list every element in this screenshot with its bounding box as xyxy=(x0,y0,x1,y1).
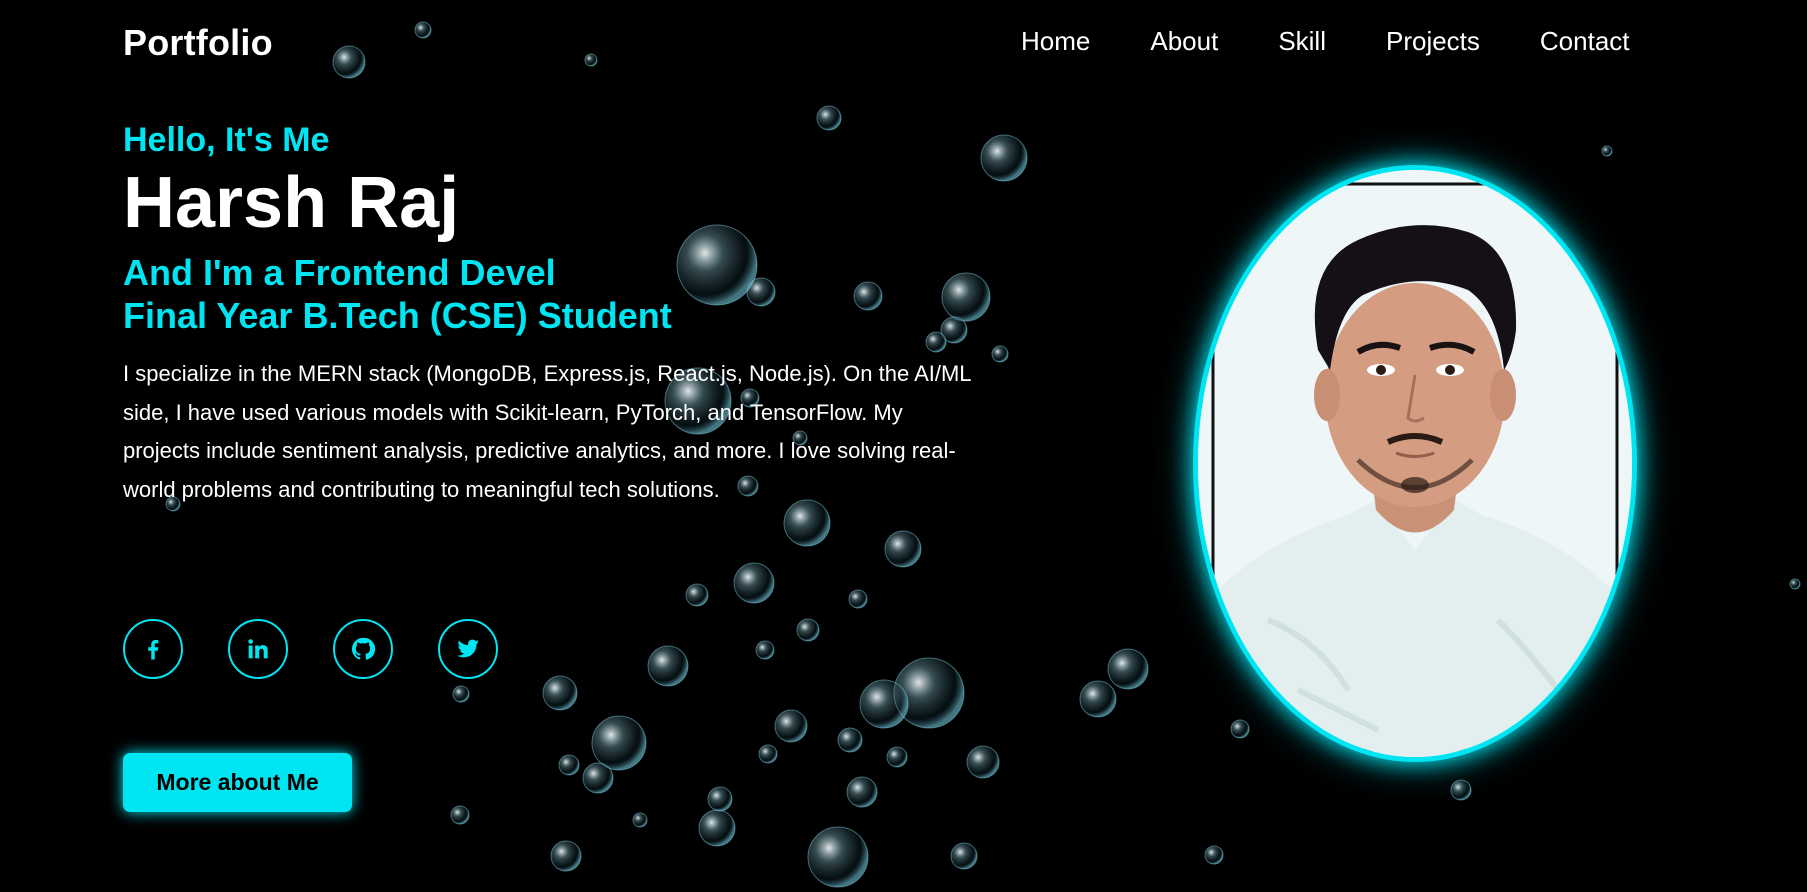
twitter-icon xyxy=(456,639,480,658)
github-icon xyxy=(351,637,376,660)
nav-projects[interactable]: Projects xyxy=(1386,26,1480,57)
linkedin-link[interactable] xyxy=(228,619,288,679)
facebook-link[interactable] xyxy=(123,619,183,679)
main-nav: Home About Skill Projects Contact xyxy=(1021,26,1630,57)
hero-name: Harsh Raj xyxy=(123,162,460,243)
nav-about[interactable]: About xyxy=(1150,26,1218,57)
greeting: Hello, It's Me xyxy=(123,121,330,159)
site-header: Portfolio Home About Skill Projects Cont… xyxy=(0,0,1807,90)
nav-skill[interactable]: Skill xyxy=(1278,26,1326,57)
hero-role: And I'm a Frontend Devel xyxy=(123,251,556,293)
social-links xyxy=(123,619,543,679)
logo[interactable]: Portfolio xyxy=(123,22,273,64)
facebook-icon xyxy=(148,640,159,660)
nav-contact[interactable]: Contact xyxy=(1540,26,1630,57)
hero-subtitle: Final Year B.Tech (CSE) Student xyxy=(123,294,672,336)
profile-photo xyxy=(1193,165,1637,762)
linkedin-icon xyxy=(248,639,268,659)
more-about-me-button[interactable]: More about Me xyxy=(123,753,352,812)
twitter-link[interactable] xyxy=(438,619,498,679)
hero-section: Hello, It's Me Harsh Raj And I'm a Front… xyxy=(123,120,1003,531)
github-link[interactable] xyxy=(333,619,393,679)
hero-bio: I specialize in the MERN stack (MongoDB,… xyxy=(123,361,971,502)
nav-home[interactable]: Home xyxy=(1021,26,1090,57)
